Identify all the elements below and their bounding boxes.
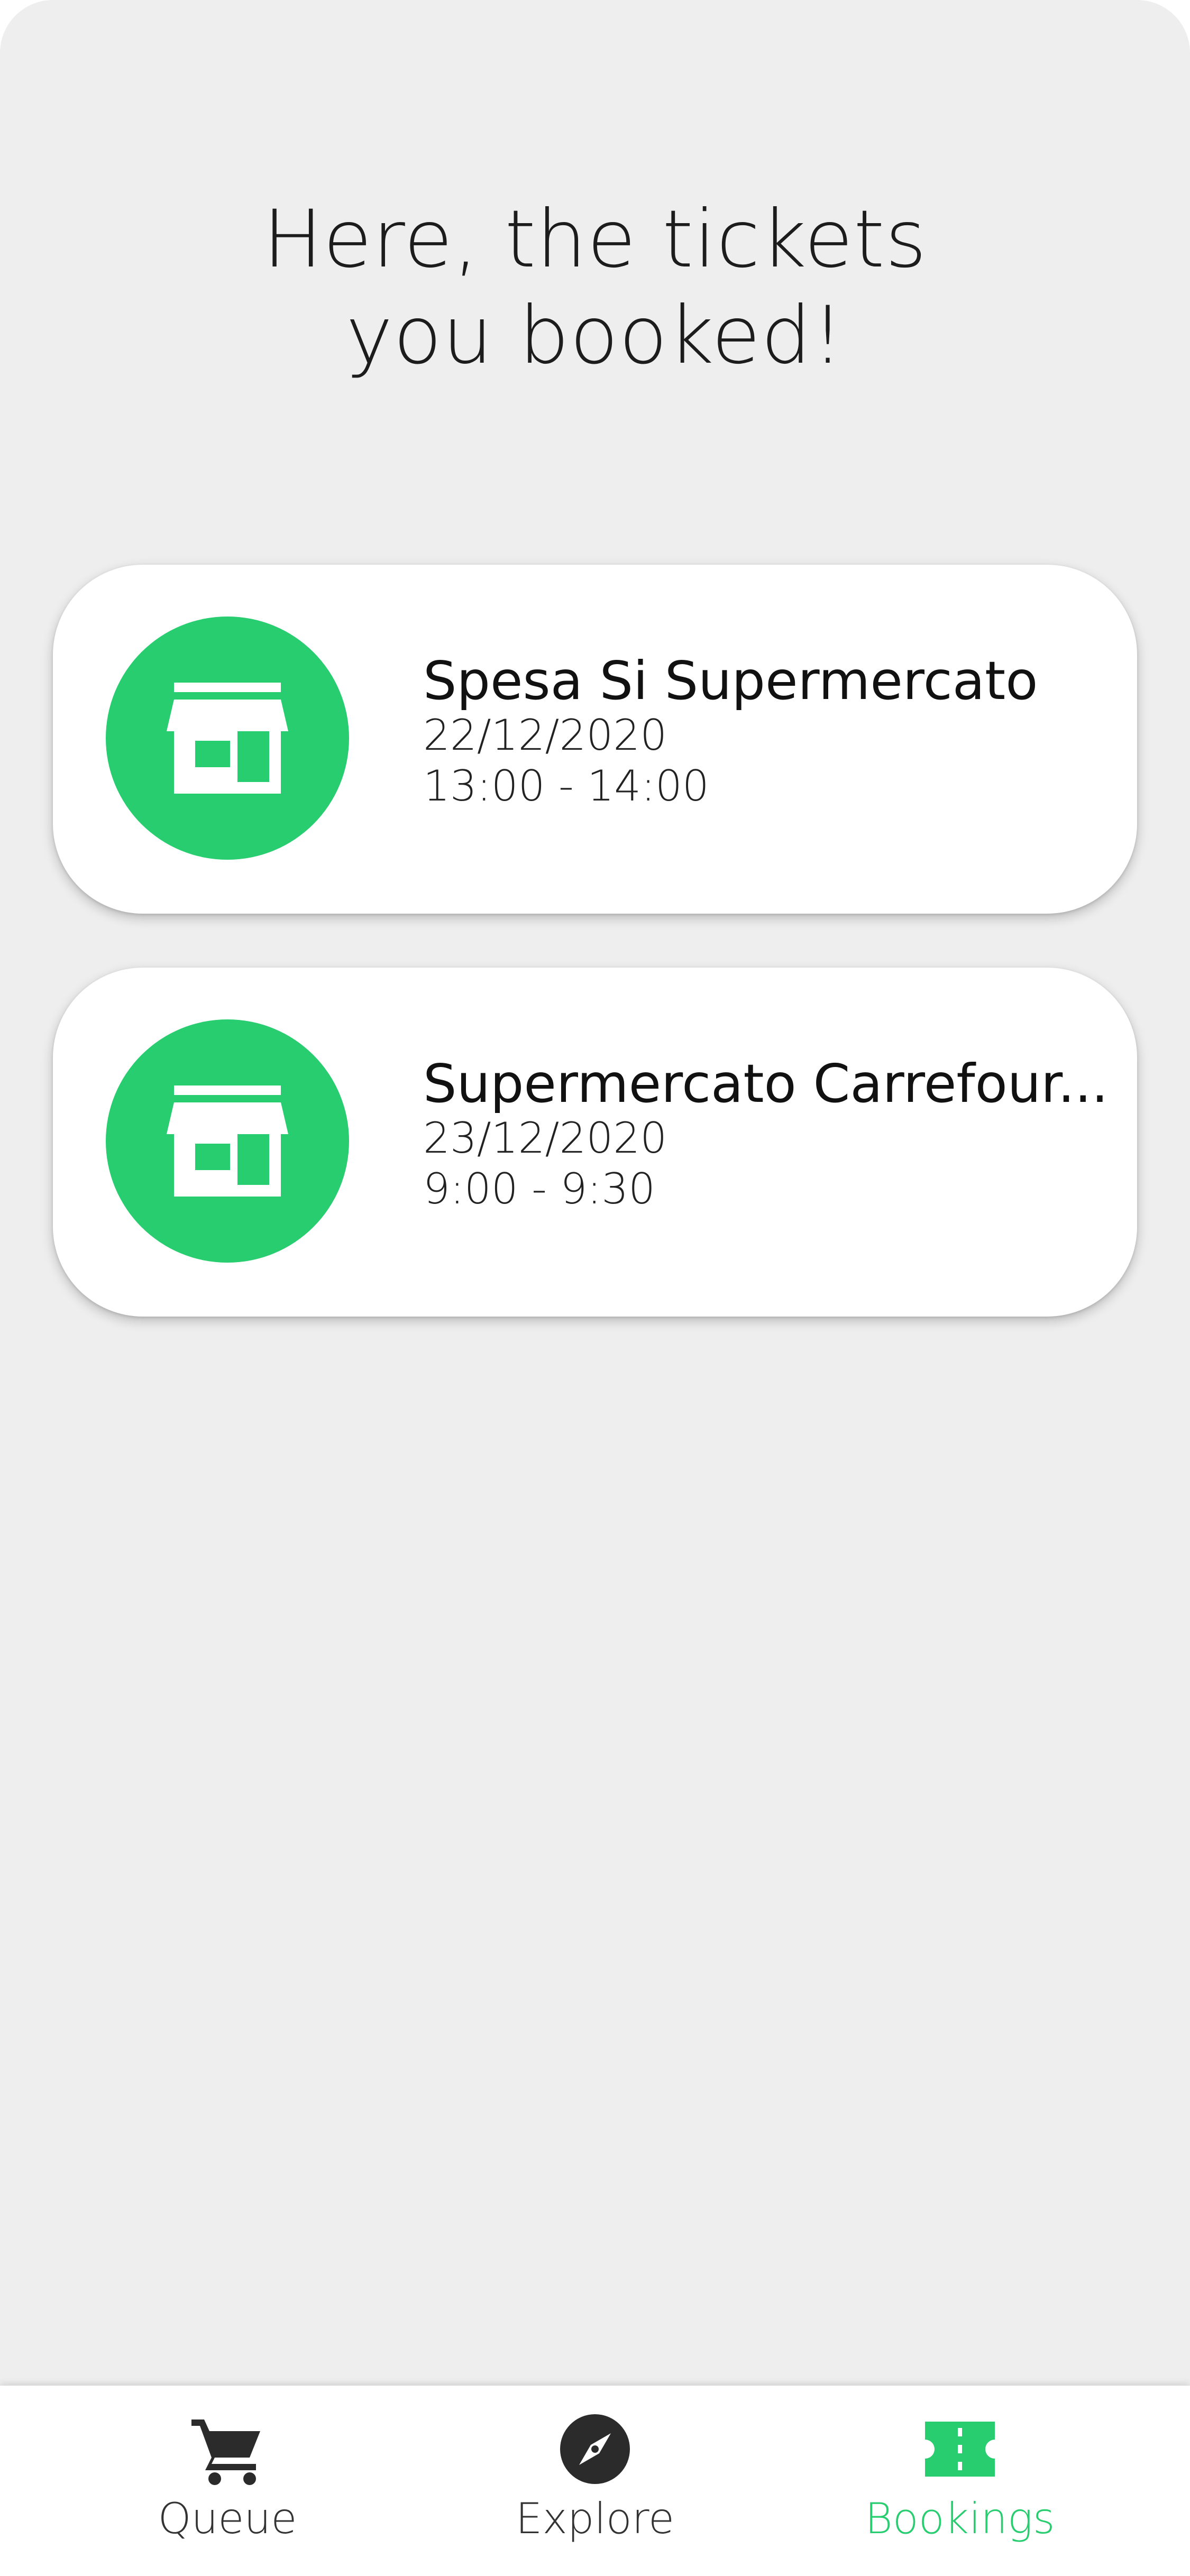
bookings-screen: Here, the tickets you booked! Spesa Si S… <box>0 0 1190 2576</box>
page-title-line-2: you booked! <box>345 290 845 382</box>
nav-tab-explore[interactable]: Explore <box>436 2412 754 2560</box>
booking-details: Spesa Si Supermercato 22/12/2020 13:00 -… <box>423 652 1111 812</box>
store-icon <box>167 683 288 794</box>
nav-label-queue: Queue <box>158 2494 297 2543</box>
store-name: Supermercato Carrefour... <box>423 1055 1109 1113</box>
page-title: Here, the tickets you booked! <box>0 191 1190 384</box>
store-icon <box>167 1085 288 1197</box>
nav-label-explore: Explore <box>515 2494 675 2543</box>
bottom-nav-bar: Queue Explore Bookings <box>0 2386 1190 2576</box>
store-avatar <box>106 617 349 860</box>
cart-icon <box>191 2419 260 2485</box>
page-title-line-1: Here, the tickets <box>263 194 927 286</box>
compass-icon <box>560 2414 630 2484</box>
booking-time: 13:00 - 14:00 <box>423 761 709 811</box>
ticket-icon <box>925 2422 995 2477</box>
booking-details: Supermercato Carrefour... 23/12/2020 9:0… <box>423 1055 1111 1215</box>
nav-tab-bookings[interactable]: Bookings <box>801 2412 1119 2560</box>
booking-date: 23/12/2020 <box>423 1114 667 1163</box>
booking-card[interactable]: Spesa Si Supermercato 22/12/2020 13:00 -… <box>53 565 1137 914</box>
store-avatar <box>106 1019 349 1263</box>
nav-tab-queue[interactable]: Queue <box>69 2412 386 2560</box>
booking-card[interactable]: Supermercato Carrefour... 23/12/2020 9:0… <box>53 968 1137 1317</box>
booking-date: 22/12/2020 <box>423 711 667 760</box>
booking-time: 9:00 - 9:30 <box>423 1164 656 1213</box>
nav-label-bookings: Bookings <box>865 2494 1055 2543</box>
store-name: Spesa Si Supermercato <box>423 652 1038 710</box>
